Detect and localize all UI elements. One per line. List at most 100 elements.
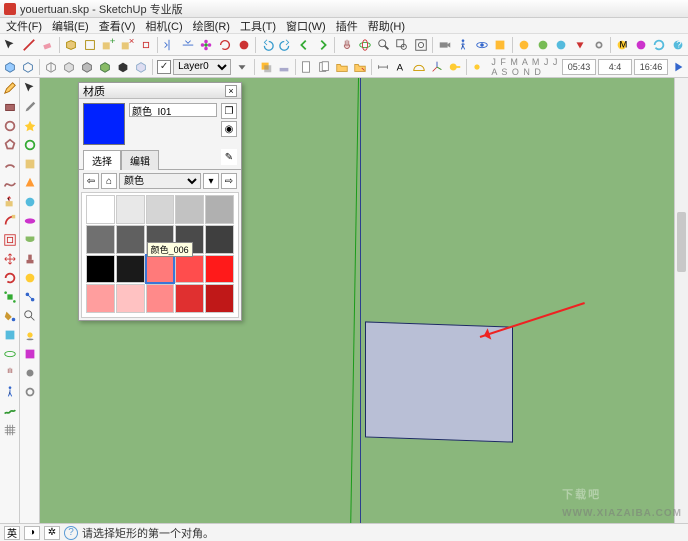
dropper-icon[interactable]: ✎ xyxy=(221,149,237,165)
materials-panel[interactable]: 材质 × ❐ ◉ 选择 编辑 ✎ ⇦ ⌂ xyxy=(78,82,242,321)
swatch-cell[interactable] xyxy=(205,284,234,313)
look-icon[interactable] xyxy=(474,36,491,54)
texture-icon[interactable] xyxy=(97,58,113,76)
folder2-icon[interactable] xyxy=(352,58,368,76)
orbit2-icon[interactable] xyxy=(2,346,18,362)
component-icon[interactable] xyxy=(2,327,18,343)
tool-b-icon[interactable] xyxy=(534,36,551,54)
stamp-icon[interactable] xyxy=(22,251,38,267)
menu-edit[interactable]: 编辑(E) xyxy=(48,18,93,34)
flower-icon[interactable] xyxy=(198,36,215,54)
ime-button[interactable]: 英 xyxy=(4,526,20,540)
circle-icon[interactable] xyxy=(2,118,18,134)
menu-tools[interactable]: 工具(T) xyxy=(236,18,280,34)
grid-icon[interactable] xyxy=(2,422,18,438)
zoom-extents-icon[interactable] xyxy=(413,36,430,54)
swatch-cell[interactable] xyxy=(205,225,234,254)
swatch-cell[interactable] xyxy=(175,284,204,313)
axes-icon[interactable] xyxy=(429,58,445,76)
swatch-cell[interactable] xyxy=(175,195,204,224)
tape-icon[interactable] xyxy=(447,58,463,76)
zoom2-icon[interactable] xyxy=(22,308,38,324)
refresh2-icon[interactable] xyxy=(651,36,668,54)
globe-icon[interactable] xyxy=(553,36,570,54)
layer-menu-icon[interactable] xyxy=(233,58,251,76)
style-icon[interactable] xyxy=(22,270,38,286)
dim-icon[interactable] xyxy=(375,58,391,76)
swatch-cell[interactable] xyxy=(116,255,145,284)
menu-view[interactable]: 查看(V) xyxy=(95,18,140,34)
swatch-cell[interactable] xyxy=(175,255,204,284)
moon-icon[interactable]: ◑ xyxy=(24,526,40,540)
sandbox-icon[interactable] xyxy=(2,403,18,419)
nav-fwd-icon[interactable]: ⇨ xyxy=(221,173,237,189)
sphere-red-icon[interactable] xyxy=(235,36,252,54)
layer-visible-checkbox[interactable]: ✓ xyxy=(157,60,171,74)
box-del-icon[interactable]: × xyxy=(119,36,136,54)
section-icon[interactable] xyxy=(492,36,509,54)
settings-icon[interactable] xyxy=(22,384,38,400)
next-icon[interactable] xyxy=(315,36,332,54)
orbit-icon[interactable] xyxy=(357,36,374,54)
help-badge-icon[interactable]: ? xyxy=(64,526,78,540)
xray-icon[interactable] xyxy=(133,58,149,76)
swatch-cell[interactable] xyxy=(116,284,145,313)
arc-icon[interactable] xyxy=(2,156,18,172)
shadow-icon[interactable] xyxy=(258,58,274,76)
text-icon[interactable]: A xyxy=(393,58,409,76)
page-icon[interactable] xyxy=(298,58,314,76)
select2-icon[interactable] xyxy=(22,80,38,96)
swatch-cell[interactable] xyxy=(86,284,115,313)
dropper-icon[interactable] xyxy=(22,99,38,115)
viewport[interactable]: 材质 × ❐ ◉ 选择 编辑 ✎ ⇦ ⌂ xyxy=(40,78,688,523)
redo-icon[interactable] xyxy=(277,36,294,54)
scrollbar-thumb[interactable] xyxy=(677,212,686,272)
warehouse-icon[interactable]: M xyxy=(614,36,631,54)
create-material-icon[interactable]: ❐ xyxy=(221,103,237,119)
box2-icon[interactable] xyxy=(22,156,38,172)
node-icon[interactable] xyxy=(22,289,38,305)
menu-camera[interactable]: 相机(C) xyxy=(141,18,186,34)
month-strip[interactable]: J F M A M J J A S O N D xyxy=(491,57,560,77)
offset-icon[interactable] xyxy=(2,232,18,248)
walk-icon[interactable] xyxy=(455,36,472,54)
folder-icon[interactable] xyxy=(334,58,350,76)
sphere2-icon[interactable] xyxy=(22,194,38,210)
box-wire-icon[interactable] xyxy=(81,36,98,54)
tab-select[interactable]: 选择 xyxy=(83,150,121,170)
protractor-icon[interactable] xyxy=(411,58,427,76)
zoom-window-icon[interactable] xyxy=(394,36,411,54)
paint-icon[interactable] xyxy=(2,308,18,324)
sun-icon[interactable] xyxy=(469,58,485,76)
time2[interactable]: 4:4 xyxy=(598,59,632,75)
mono-icon[interactable] xyxy=(115,58,131,76)
mirror-y-icon[interactable] xyxy=(179,36,196,54)
category-select[interactable]: 颜色 xyxy=(119,173,201,189)
box-add-icon[interactable]: + xyxy=(100,36,117,54)
swatch-cell[interactable] xyxy=(205,195,234,224)
pan-icon[interactable] xyxy=(338,36,355,54)
rotate2-icon[interactable] xyxy=(2,270,18,286)
swatch-cell[interactable] xyxy=(146,195,175,224)
star-icon[interactable] xyxy=(22,118,38,134)
xplugin-icon[interactable] xyxy=(22,346,38,362)
circ2-icon[interactable] xyxy=(22,137,38,153)
nav-back-icon[interactable]: ⇦ xyxy=(83,173,99,189)
swatch-cell[interactable] xyxy=(86,255,115,284)
tool-a-icon[interactable] xyxy=(516,36,533,54)
panel-header[interactable]: 材质 × xyxy=(79,83,241,99)
menu-help[interactable]: 帮助(H) xyxy=(364,18,409,34)
eraser-icon[interactable] xyxy=(39,36,56,54)
menu-file[interactable]: 文件(F) xyxy=(2,18,46,34)
current-material-swatch[interactable] xyxy=(83,103,125,145)
fog-icon[interactable] xyxy=(276,58,292,76)
menu-draw[interactable]: 绘图(R) xyxy=(189,18,234,34)
polygon-icon[interactable] xyxy=(2,137,18,153)
menu-plugins[interactable]: 插件 xyxy=(332,18,362,34)
tab-edit[interactable]: 编辑 xyxy=(121,150,159,170)
scale2-icon[interactable] xyxy=(2,289,18,305)
swatch-cell[interactable] xyxy=(146,284,175,313)
material-name-input[interactable] xyxy=(129,103,217,117)
menu-window[interactable]: 窗口(W) xyxy=(282,18,330,34)
zoom-icon[interactable] xyxy=(376,36,393,54)
